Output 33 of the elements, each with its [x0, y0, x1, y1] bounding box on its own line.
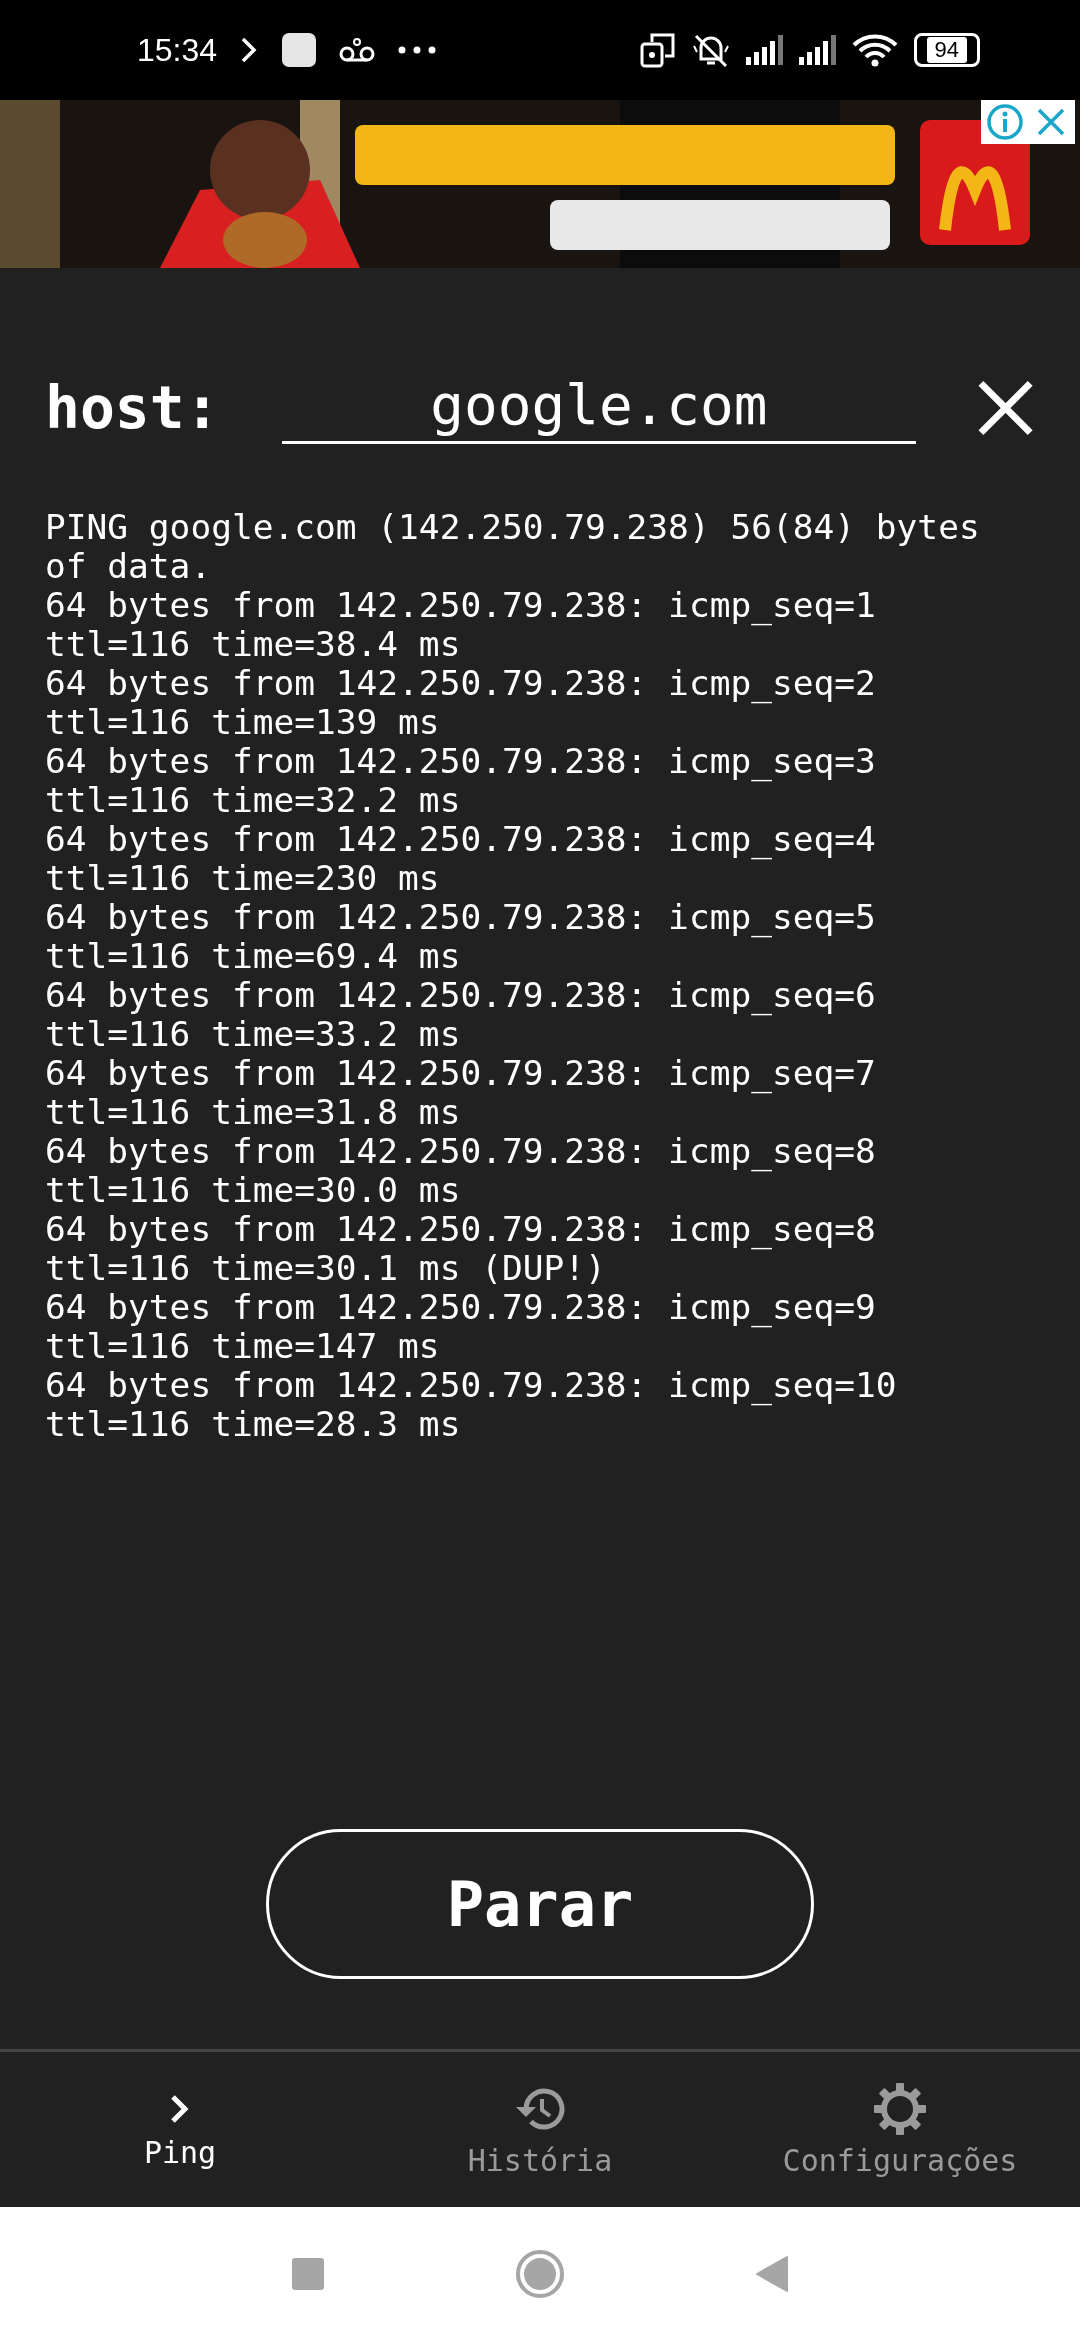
host-field[interactable]: google.com	[281, 372, 916, 444]
stop-button[interactable]: Parar	[266, 1829, 814, 1979]
output-line: PING google.com (142.250.79.238) 56(84) bytes of data.	[45, 508, 981, 586]
nav-tab[interactable]: Ping	[0, 2052, 360, 2207]
nav-tab[interactable]: Configurações	[720, 2052, 1080, 2207]
more-icon	[397, 45, 438, 55]
output-line: 64 bytes from 142.250.79.238: icmp_seq=5 ttl=116 time=69.4 ms	[45, 898, 877, 976]
battery-level: 94	[926, 37, 967, 63]
output-line: 64 bytes from 142.250.79.238: icmp_seq=10 ttl=116 time=28.3 ms	[45, 1366, 898, 1444]
info-icon[interactable]	[985, 102, 1025, 142]
host-label: host:	[45, 374, 221, 442]
output-line: 64 bytes from 142.250.79.238: icmp_seq=8 ttl=116 time=30.0 ms	[45, 1132, 877, 1210]
output-line: 64 bytes from 142.250.79.238: icmp_seq=9 ttl=116 time=147 ms	[45, 1288, 877, 1366]
home-icon[interactable]	[515, 2248, 565, 2299]
rotate-icon	[639, 32, 676, 68]
wifi-icon	[851, 33, 898, 67]
output-line: 64 bytes from 142.250.79.238: icmp_seq=7 ttl=116 time=31.8 ms	[45, 1054, 877, 1132]
signal-icon	[745, 35, 783, 65]
signal-icon	[798, 35, 836, 65]
app-icon	[281, 32, 318, 68]
gear-icon	[872, 2081, 928, 2137]
output-line: 64 bytes from 142.250.79.238: icmp_seq=8 ttl=116 time=30.1 ms (DUP!)	[45, 1210, 877, 1288]
nav-tab[interactable]: História	[360, 2052, 720, 2207]
muted-bell-icon	[691, 32, 730, 68]
output-line: 64 bytes from 142.250.79.238: icmp_seq=1 ttl=116 time=38.4 ms	[45, 586, 877, 664]
output-line: 64 bytes from 142.250.79.238: icmp_seq=6 ttl=116 time=33.2 ms	[45, 976, 877, 1054]
output-line: 64 bytes from 142.250.79.238: icmp_seq=3 ttl=116 time=32.2 ms	[45, 742, 877, 820]
voicemail-icon	[339, 35, 376, 65]
recents-icon[interactable]	[291, 2256, 325, 2291]
output-line: 64 bytes from 142.250.79.238: icmp_seq=2 ttl=116 time=139 ms	[45, 664, 877, 742]
output-line: 64 bytes from 142.250.79.238: icmp_seq=4 ttl=116 time=230 ms	[45, 820, 877, 898]
back-icon[interactable]	[755, 2254, 789, 2293]
clock: 15:34	[137, 31, 218, 69]
